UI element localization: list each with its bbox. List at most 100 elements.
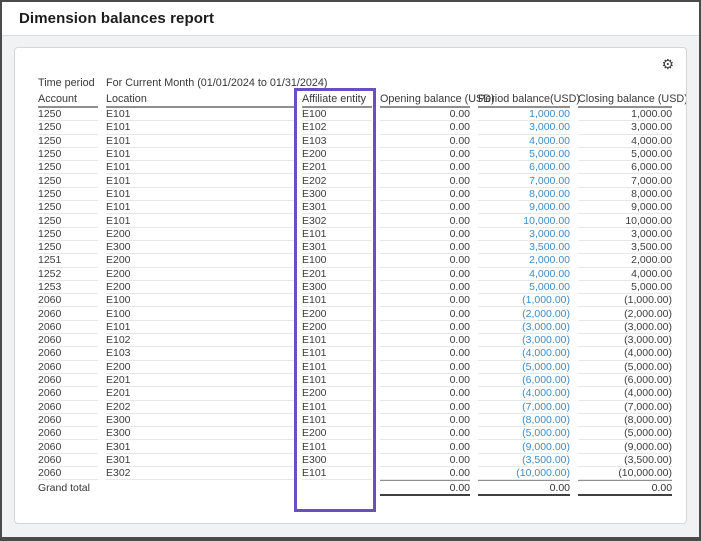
opening-balance-cell: 0.00	[380, 241, 470, 254]
period-balance-link[interactable]: (4,000.00)	[478, 387, 570, 400]
period-balance-link[interactable]: (8,000.00)	[478, 414, 570, 427]
period-balance-link[interactable]: (1,000.00)	[478, 294, 570, 307]
account-cell: 1250	[38, 214, 98, 227]
location-cell: E201	[106, 374, 294, 387]
closing-balance-cell: 2,000.00	[578, 254, 672, 267]
affiliate-entity-cell: E101	[302, 414, 372, 427]
closing-balance-cell: 9,000.00	[578, 201, 672, 214]
period-balance-link[interactable]: (3,000.00)	[478, 321, 570, 334]
period-balance-link[interactable]: 6,000.00	[478, 161, 570, 174]
period-balance-link[interactable]: 7,000.00	[478, 174, 570, 187]
affiliate-entity-cell: E101	[302, 334, 372, 347]
location-cell: E102	[106, 334, 294, 347]
opening-balance-cell: 0.00	[380, 188, 470, 201]
account-cell: 1251	[38, 254, 98, 267]
period-balance-link[interactable]: (7,000.00)	[478, 401, 570, 414]
account-cell: 2060	[38, 347, 98, 360]
table-row: 1250 E101 E100 0.00 1,000.00 1,000.00	[38, 108, 672, 121]
table-row: 2060 E301 E300 0.00 (3,500.00) (3,500.00…	[38, 454, 672, 467]
period-balance-link[interactable]: (5,000.00)	[478, 361, 570, 374]
location-cell: E301	[106, 440, 294, 453]
col-header-affiliate-entity: Affiliate entity	[302, 91, 372, 108]
card-toolbar: ⚙	[26, 53, 677, 75]
affiliate-entity-cell: E200	[302, 307, 372, 320]
account-cell: 1250	[38, 201, 98, 214]
location-cell: E201	[106, 387, 294, 400]
closing-balance-cell: (2,000.00)	[578, 307, 672, 320]
account-cell: 2060	[38, 454, 98, 467]
period-balance-link[interactable]: (4,000.00)	[478, 347, 570, 360]
period-balance-link[interactable]: 5,000.00	[478, 148, 570, 161]
location-cell: E202	[106, 401, 294, 414]
period-balance-link[interactable]: 5,000.00	[478, 281, 570, 294]
table-row: 2060 E202 E101 0.00 (7,000.00) (7,000.00…	[38, 401, 672, 414]
table-row: 1250 E101 E202 0.00 7,000.00 7,000.00	[38, 174, 672, 187]
table-row: 1250 E101 E301 0.00 9,000.00 9,000.00	[38, 201, 672, 214]
period-balance-link[interactable]: 2,000.00	[478, 254, 570, 267]
account-cell: 2060	[38, 294, 98, 307]
closing-balance-cell: (1,000.00)	[578, 294, 672, 307]
period-balance-link[interactable]: 9,000.00	[478, 201, 570, 214]
closing-balance-cell: (5,000.00)	[578, 361, 672, 374]
location-cell: E101	[106, 161, 294, 174]
grand-total-row: Grand total 0.00 0.00 0.00	[38, 480, 672, 496]
table-row: 2060 E200 E101 0.00 (5,000.00) (5,000.00…	[38, 361, 672, 374]
closing-balance-cell: 1,000.00	[578, 108, 672, 121]
period-balance-link[interactable]: 4,000.00	[478, 135, 570, 148]
time-period-value: For Current Month (01/01/2024 to 01/31/2…	[106, 75, 672, 91]
period-balance-link[interactable]: 10,000.00	[478, 214, 570, 227]
opening-balance-cell: 0.00	[380, 148, 470, 161]
opening-balance-cell: 0.00	[380, 214, 470, 227]
affiliate-entity-cell: E300	[302, 188, 372, 201]
period-balance-link[interactable]: 3,000.00	[478, 121, 570, 134]
period-balance-link[interactable]: (10,000.00)	[478, 467, 570, 480]
closing-balance-cell: (5,000.00)	[578, 427, 672, 440]
period-balance-link[interactable]: 4,000.00	[478, 268, 570, 281]
closing-balance-cell: (3,500.00)	[578, 454, 672, 467]
gear-icon[interactable]: ⚙	[661, 57, 674, 71]
period-balance-link[interactable]: (9,000.00)	[478, 440, 570, 453]
period-balance-link[interactable]: 1,000.00	[478, 108, 570, 121]
location-cell: E101	[106, 108, 294, 121]
period-balance-link[interactable]: 3,000.00	[478, 228, 570, 241]
column-header-row: Account Location Affiliate entity Openin…	[38, 91, 672, 108]
account-cell: 1250	[38, 241, 98, 254]
period-balance-link[interactable]: (6,000.00)	[478, 374, 570, 387]
account-cell: 1250	[38, 174, 98, 187]
closing-balance-cell: 10,000.00	[578, 214, 672, 227]
affiliate-entity-cell: E302	[302, 214, 372, 227]
period-balance-link[interactable]: (3,500.00)	[478, 454, 570, 467]
opening-balance-cell: 0.00	[380, 121, 470, 134]
location-cell: E200	[106, 361, 294, 374]
opening-balance-cell: 0.00	[380, 228, 470, 241]
table-row: 2060 E103 E101 0.00 (4,000.00) (4,000.00…	[38, 347, 672, 360]
period-balance-link[interactable]: (5,000.00)	[478, 427, 570, 440]
account-cell: 2060	[38, 387, 98, 400]
opening-balance-cell: 0.00	[380, 281, 470, 294]
period-balance-link[interactable]: 8,000.00	[478, 188, 570, 201]
location-cell: E101	[106, 121, 294, 134]
closing-balance-cell: (10,000.00)	[578, 467, 672, 480]
grand-total-period: 0.00	[478, 480, 570, 496]
opening-balance-cell: 0.00	[380, 347, 470, 360]
table-row: 2060 E301 E101 0.00 (9,000.00) (9,000.00…	[38, 440, 672, 453]
affiliate-entity-cell: E300	[302, 454, 372, 467]
period-balance-link[interactable]: (2,000.00)	[478, 307, 570, 320]
location-cell: E200	[106, 228, 294, 241]
opening-balance-cell: 0.00	[380, 361, 470, 374]
opening-balance-cell: 0.00	[380, 374, 470, 387]
account-cell: 1250	[38, 108, 98, 121]
table-row: 2060 E300 E200 0.00 (5,000.00) (5,000.00…	[38, 427, 672, 440]
account-cell: 1252	[38, 268, 98, 281]
period-balance-link[interactable]: (3,000.00)	[478, 334, 570, 347]
closing-balance-cell: 3,000.00	[578, 121, 672, 134]
affiliate-entity-cell: E101	[302, 294, 372, 307]
affiliate-entity-cell: E202	[302, 174, 372, 187]
affiliate-entity-cell: E102	[302, 121, 372, 134]
location-cell: E301	[106, 454, 294, 467]
report-table: Time period For Current Month (01/01/202…	[30, 75, 680, 496]
period-balance-link[interactable]: 3,500.00	[478, 241, 570, 254]
location-cell: E101	[106, 201, 294, 214]
location-cell: E100	[106, 294, 294, 307]
table-row: 2060 E201 E101 0.00 (6,000.00) (6,000.00…	[38, 374, 672, 387]
